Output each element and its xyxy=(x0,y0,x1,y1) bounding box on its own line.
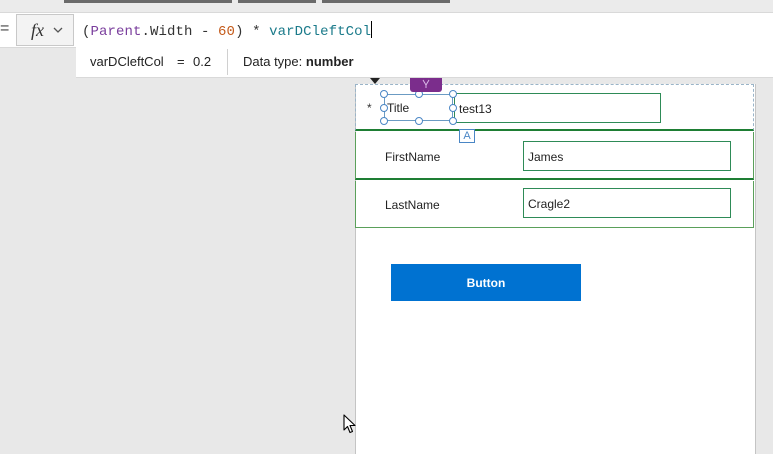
toolbar-tab-indicator xyxy=(238,0,316,3)
datacard-lastname[interactable]: LastName Cragle2 xyxy=(355,181,754,228)
firstname-input-value: James xyxy=(528,150,564,164)
firstname-input[interactable]: James xyxy=(523,141,731,171)
control-tag[interactable] xyxy=(410,78,442,92)
intellisense-value: 0.2 xyxy=(193,54,212,69)
formula-token-width: .Width - xyxy=(141,24,219,40)
intellisense-variable-name: varDCleftCol xyxy=(90,54,164,69)
text-caret xyxy=(371,21,373,38)
tag-icon xyxy=(422,79,430,88)
top-toolbar-strip xyxy=(0,0,773,12)
resize-handle[interactable] xyxy=(380,90,388,98)
lastname-input-value: Cragle2 xyxy=(528,197,571,211)
formula-token-parent: Parent xyxy=(90,24,142,40)
intellisense-divider xyxy=(227,49,228,75)
lastname-input[interactable]: Cragle2 xyxy=(523,188,731,218)
formula-token-number: 60 xyxy=(218,24,236,40)
fx-button[interactable]: fx xyxy=(16,14,74,46)
datacard-firstname[interactable]: FirstName James xyxy=(355,132,754,180)
data-type-value: number xyxy=(305,54,354,69)
mouse-cursor-icon xyxy=(343,414,356,434)
formula-token-paren: ( xyxy=(82,24,91,40)
resize-handle[interactable] xyxy=(449,104,457,112)
field-label-firstname: FirstName xyxy=(385,150,441,164)
resize-handle[interactable] xyxy=(380,104,388,112)
resize-handle[interactable] xyxy=(449,117,457,125)
data-type-prefix: Data type: xyxy=(243,54,306,69)
toolbar-tab-indicator xyxy=(322,0,450,3)
intellisense-equals: = xyxy=(177,54,185,69)
field-label-title: Title xyxy=(387,101,410,115)
resize-handle[interactable] xyxy=(415,117,423,125)
intellisense-tooltip: varDCleftCol = 0.2 Data type: number xyxy=(76,46,773,78)
formula-token-operator: ) * xyxy=(235,24,270,40)
property-selector-edge[interactable]: = xyxy=(0,19,9,39)
formula-token-variable: varDCleftCol xyxy=(269,24,372,40)
title-input-value: test13 xyxy=(459,102,492,116)
intellisense-data-type: Data type: number xyxy=(243,54,354,69)
fx-label: fx xyxy=(31,20,44,40)
chevron-down-icon xyxy=(53,27,63,33)
formula-bar: = fx (Parent.Width - 60) * varDCleftCol xyxy=(0,12,773,48)
field-label-lastname: LastName xyxy=(385,198,440,212)
required-asterisk: * xyxy=(367,101,372,115)
resize-handle[interactable] xyxy=(380,117,388,125)
formula-input[interactable]: (Parent.Width - 60) * varDCleftCol xyxy=(82,21,373,40)
submit-button[interactable]: Button xyxy=(391,264,581,301)
toolbar-tab-indicator xyxy=(64,0,232,3)
resize-handle[interactable] xyxy=(449,90,457,98)
title-input[interactable]: test13 xyxy=(454,93,661,123)
